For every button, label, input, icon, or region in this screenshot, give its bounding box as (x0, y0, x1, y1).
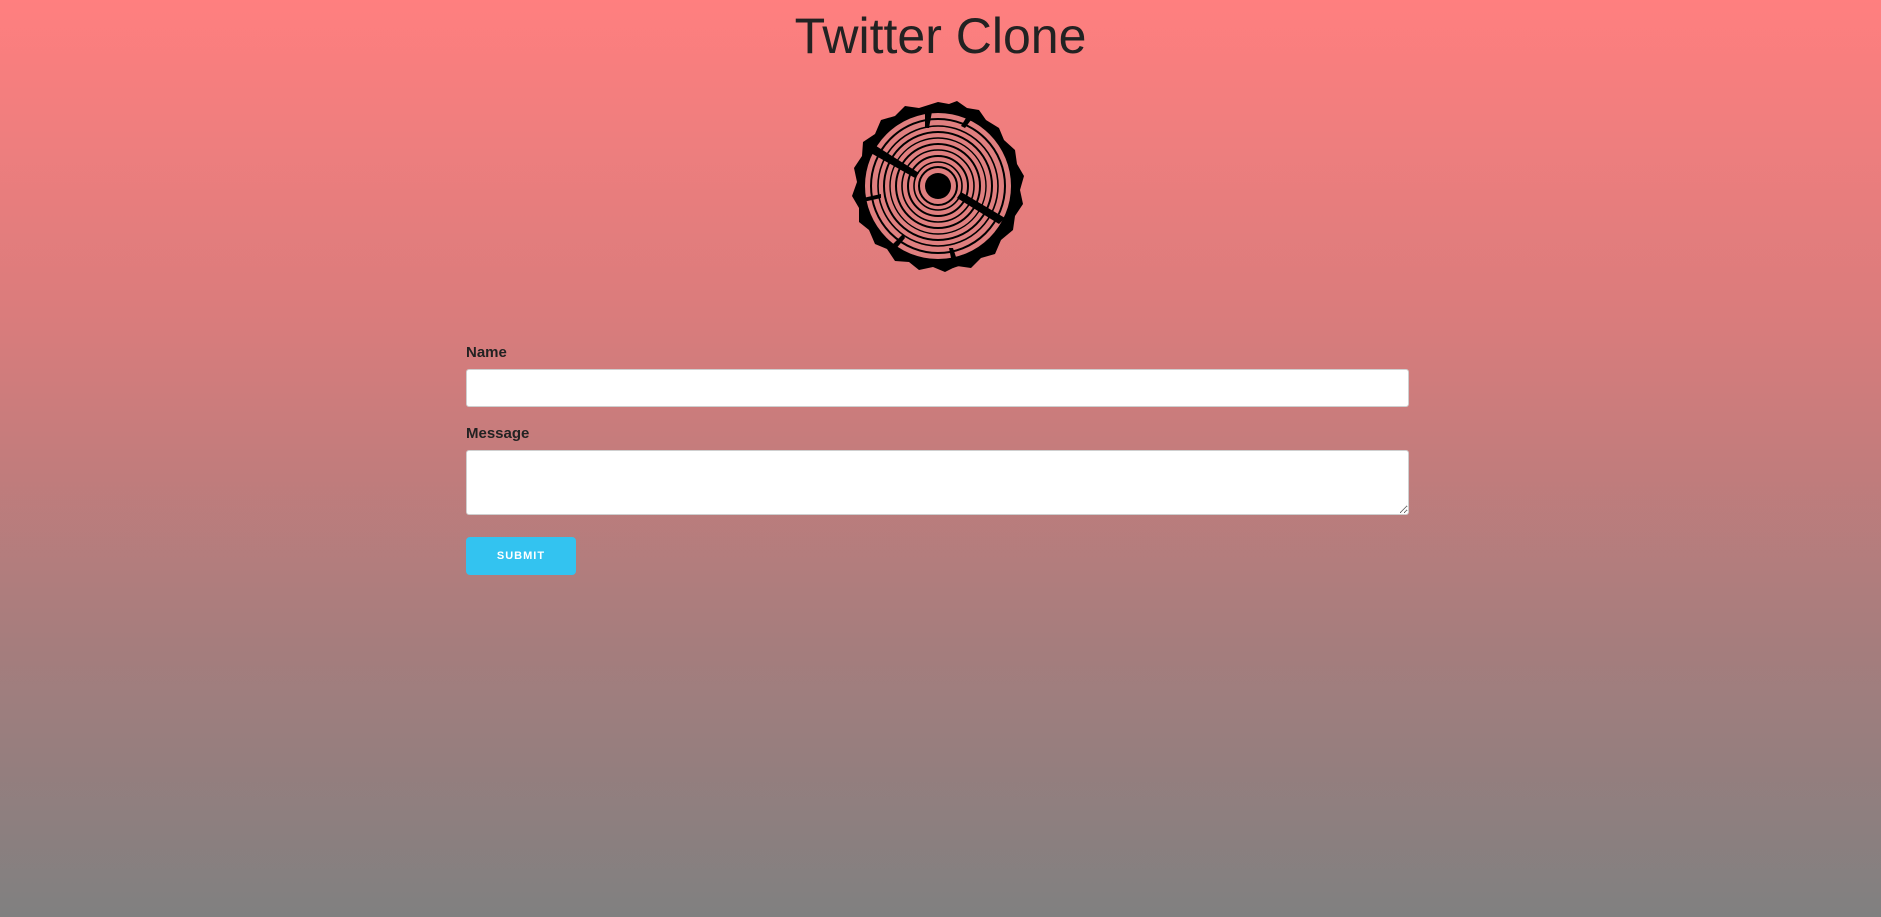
message-textarea[interactable] (466, 450, 1409, 515)
tree-ring-log-icon (852, 101, 1024, 272)
name-label: Name (466, 344, 507, 361)
page-title: Twitter Clone (794, 8, 1087, 64)
message-label: Message (466, 425, 530, 442)
tweet-form: Name Message SUBMIT (466, 344, 1409, 575)
submit-button[interactable]: SUBMIT (466, 537, 576, 575)
name-input[interactable] (466, 369, 1409, 407)
